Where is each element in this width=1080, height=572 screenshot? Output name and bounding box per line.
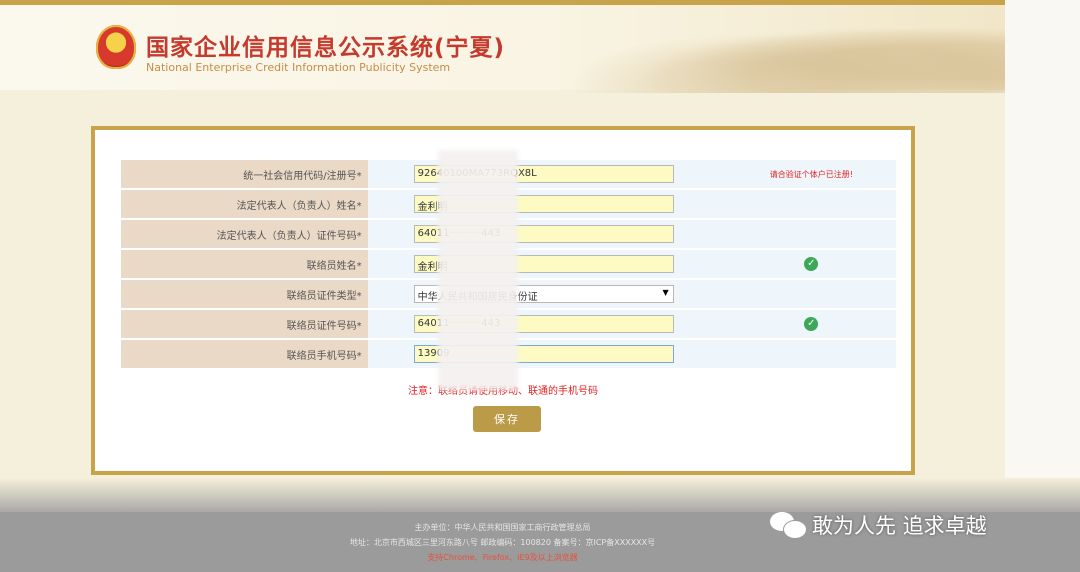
contact-id-type-status — [726, 279, 896, 310]
check-icon: ✓ — [804, 317, 819, 331]
contact-name-status: ✓ — [726, 249, 896, 280]
wechat-icon — [770, 512, 807, 539]
legal-rep-id-status — [726, 219, 896, 250]
contact-phone-label: 联络员手机号码* — [121, 339, 368, 370]
watermark-text: 敢为人先 追求卓越 — [812, 514, 987, 538]
save-button[interactable]: 保存 — [473, 406, 541, 432]
mountain-banner-art — [575, 13, 1005, 93]
wechat-watermark: 敢为人先 追求卓越 — [770, 510, 987, 540]
legal-rep-name-status — [726, 189, 896, 220]
contact-name-label: 联络员姓名* — [121, 249, 368, 280]
contact-id-status: ✓ — [726, 309, 896, 340]
check-icon: ✓ — [804, 257, 819, 271]
credit-code-label: 统一社会信用代码/注册号* — [121, 160, 368, 190]
contact-phone-status — [726, 339, 896, 370]
national-emblem-icon: ★ — [96, 25, 136, 69]
side-margin — [1005, 0, 1080, 512]
site-subtitle: National Enterprise Credit Information P… — [146, 61, 451, 74]
privacy-blur-overlay — [438, 150, 518, 390]
credit-code-warning: 请合验证个体户已注册! — [726, 160, 896, 190]
contact-id-type-label: 联络员证件类型* — [121, 279, 368, 310]
site-header: ★ 国家企业信用信息公示系统(宁夏) National Enterprise C… — [0, 5, 1005, 93]
footer-browser-support: 支持Chrome、Firefox、IE9及以上浏览器 — [427, 553, 578, 562]
dropdown-arrow-icon[interactable]: ▼ — [663, 288, 669, 297]
legal-rep-name-label: 法定代表人（负责人）姓名* — [121, 189, 368, 220]
legal-rep-id-label: 法定代表人（负责人）证件号码* — [121, 219, 368, 250]
site-title: 国家企业信用信息公示系统(宁夏) — [146, 35, 506, 61]
contact-id-label: 联络员证件号码* — [121, 309, 368, 340]
